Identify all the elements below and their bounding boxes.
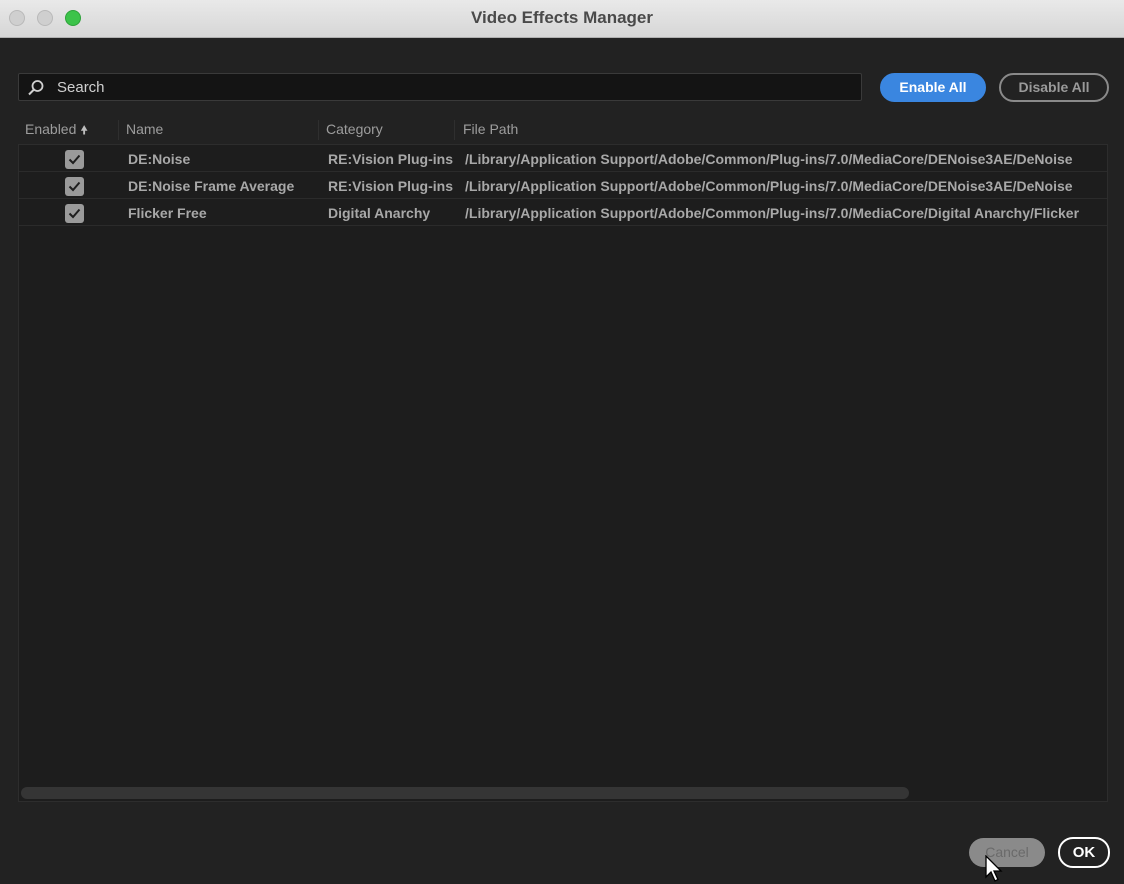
ok-button[interactable]: OK (1058, 837, 1110, 868)
effect-file-path: /Library/Application Support/Adobe/Commo… (465, 178, 1073, 194)
column-divider[interactable] (454, 120, 455, 140)
horizontal-scrollbar[interactable] (21, 787, 909, 799)
mouse-pointer-icon (985, 855, 1003, 882)
column-header-file-path[interactable]: File Path (463, 121, 518, 137)
table-row[interactable]: DE:Noise RE:Vision Plug-ins /Library/App… (19, 145, 1107, 172)
column-header-name[interactable]: Name (126, 121, 163, 137)
title-bar: Video Effects Manager (0, 0, 1124, 38)
effect-category: Digital Anarchy (328, 205, 431, 221)
effect-name: DE:Noise (128, 151, 191, 167)
effects-table: DE:Noise RE:Vision Plug-ins /Library/App… (18, 144, 1108, 802)
effect-file-path: /Library/Application Support/Adobe/Commo… (465, 151, 1073, 167)
enabled-checkbox[interactable] (65, 177, 84, 196)
checkmark-icon (68, 208, 81, 219)
enable-all-button[interactable]: Enable All (880, 73, 986, 102)
search-input[interactable] (57, 76, 847, 98)
column-divider[interactable] (118, 120, 119, 140)
checkmark-icon (68, 181, 81, 192)
effect-category: RE:Vision Plug-ins (328, 151, 453, 167)
effect-file-path: /Library/Application Support/Adobe/Commo… (465, 205, 1080, 221)
table-row[interactable]: DE:Noise Frame Average RE:Vision Plug-in… (19, 172, 1107, 199)
effect-name: DE:Noise Frame Average (128, 178, 295, 194)
column-header-category[interactable]: Category (326, 121, 383, 137)
effect-name: Flicker Free (128, 205, 207, 221)
column-divider[interactable] (318, 120, 319, 140)
search-icon (28, 80, 44, 96)
enabled-checkbox[interactable] (65, 150, 84, 169)
checkmark-icon (68, 154, 81, 165)
table-row[interactable]: Flicker Free Digital Anarchy /Library/Ap… (19, 199, 1107, 226)
column-header-enabled-label: Enabled (25, 121, 77, 137)
disable-all-button[interactable]: Disable All (999, 73, 1109, 102)
table-header: Enabled 🠝 Name Category File Path (18, 118, 1108, 142)
cancel-button[interactable]: Cancel (969, 838, 1045, 867)
search-field[interactable] (18, 73, 862, 101)
effect-category: RE:Vision Plug-ins (328, 178, 453, 194)
sort-ascending-icon: 🠝 (80, 123, 89, 137)
enabled-checkbox[interactable] (65, 204, 84, 223)
video-effects-manager-window: Video Effects Manager Enable All Disable… (0, 0, 1124, 884)
window-title: Video Effects Manager (470, 8, 654, 27)
column-header-enabled[interactable]: Enabled 🠝 (25, 121, 88, 142)
